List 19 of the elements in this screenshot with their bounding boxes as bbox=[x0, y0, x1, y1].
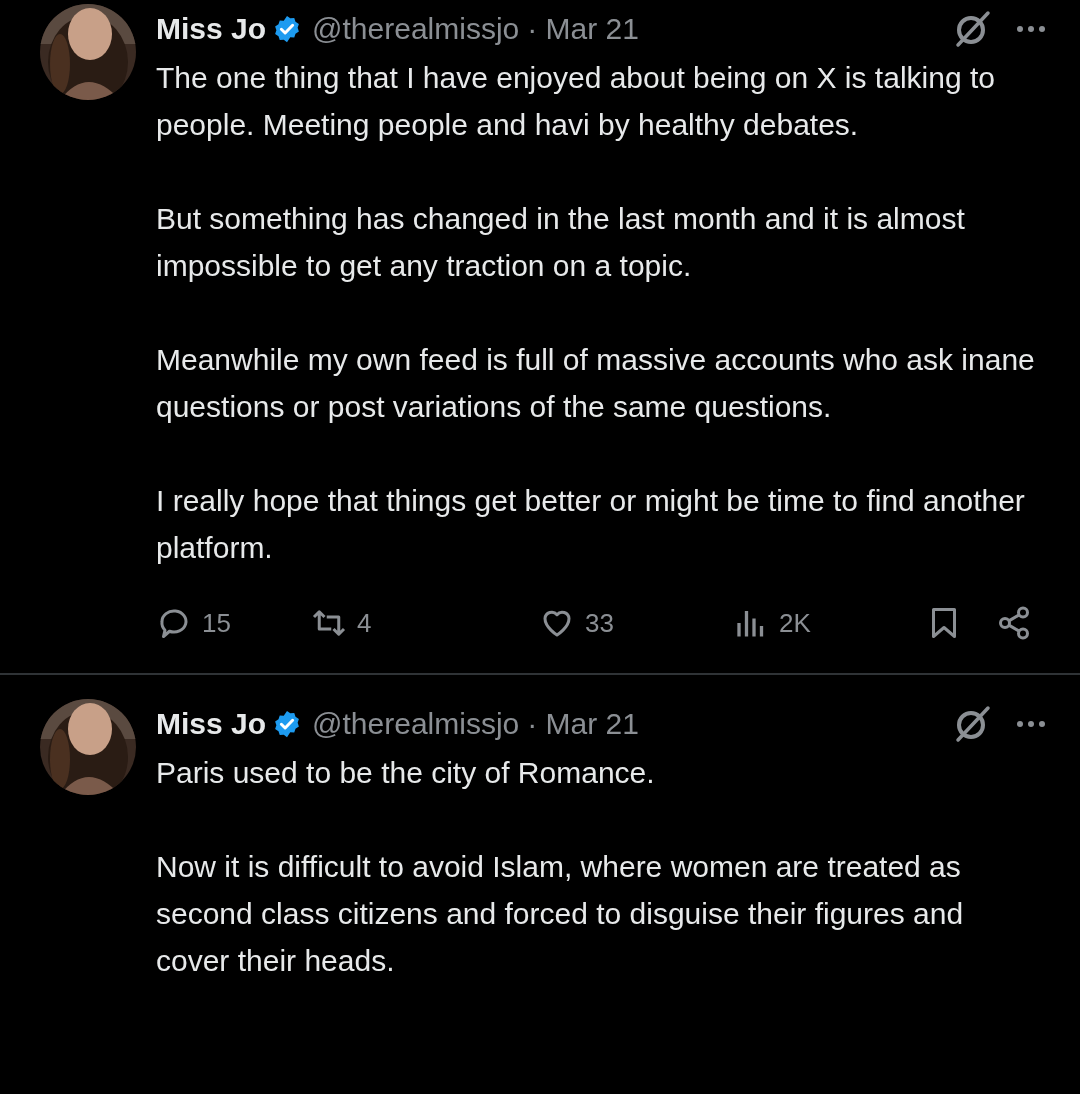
author-name[interactable]: Miss Jo bbox=[156, 12, 267, 46]
more-icon[interactable] bbox=[1016, 720, 1046, 728]
post-text: Meanwhile my own feed is full of massive accounts who ask inane questions or post variations of the same questions. bbox=[156, 342, 1036, 425]
post-time: · Mar 21 bbox=[527, 12, 639, 46]
post-text: The one thing that I have enjoyed about being on X is talking to people. Meeting people and havi by healthy debates. bbox=[156, 60, 996, 143]
author-handle[interactable]: @therealmissjo bbox=[312, 12, 520, 46]
author-handle[interactable]: @therealmissjo bbox=[312, 707, 520, 741]
post-text: But something has changed in the last month and it is almost impossible to get any traction on a topic. bbox=[156, 201, 966, 284]
action-count: 33 bbox=[585, 607, 614, 639]
post-text: Paris used to be the city of Romance. bbox=[156, 755, 656, 791]
post-time: · Mar 21 bbox=[527, 707, 639, 741]
action-count: 4 bbox=[357, 607, 372, 639]
action-count: 15 bbox=[202, 607, 231, 639]
post-text: I really hope that things get better or might be time to find another platform. bbox=[156, 483, 1026, 566]
action-count: 2K bbox=[779, 607, 811, 639]
post-text: Now it is difficult to avoid Islam, where women are treated as second class citizens and forced to disguise their figures and cover their heads. bbox=[156, 849, 965, 979]
share-icon[interactable] bbox=[996, 605, 1032, 641]
more-icon[interactable] bbox=[1016, 25, 1046, 33]
author-name[interactable]: Miss Jo bbox=[156, 707, 267, 741]
